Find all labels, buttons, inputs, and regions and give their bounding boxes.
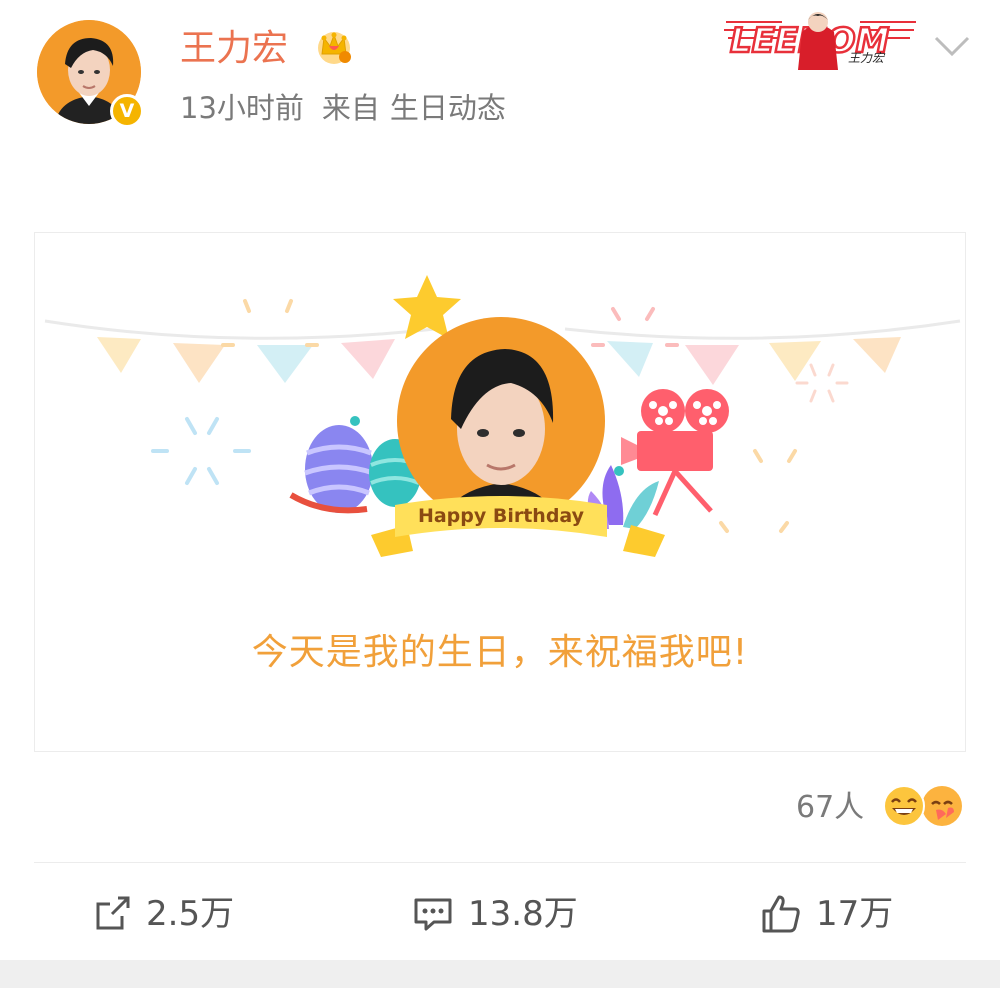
source-prefix: 来自 (321, 91, 380, 125)
movie-camera-icon (614, 389, 729, 517)
bunting-flag (853, 337, 901, 373)
verified-badge-icon: V (110, 94, 144, 128)
brand-sub-text: 王力宏 (848, 51, 886, 65)
author-name[interactable]: 王力宏 (180, 26, 288, 72)
divider (34, 862, 966, 863)
birthday-wish-text: 今天是我的生日，来祝福我吧! (251, 632, 749, 673)
like-button[interactable]: 17万 (760, 888, 893, 940)
bunting-flag (173, 343, 225, 383)
post-time: 13小时前 (180, 91, 304, 125)
post-source-link[interactable]: 生日动态 (390, 91, 506, 125)
bunting-flag (769, 341, 821, 381)
leehom-brand-badge[interactable]: LEEHOM 王力宏 (722, 8, 918, 70)
reaction-count[interactable]: 67人 (796, 788, 864, 828)
happy-birthday-text: Happy Birthday (418, 505, 585, 527)
grinning-face-icon (883, 785, 925, 827)
birthday-card[interactable]: Happy Birthday 今天是我的生日，来祝福我吧! (34, 232, 966, 752)
post-meta: 13小时前 来自 生日动态 (180, 88, 524, 128)
comment-icon (414, 898, 452, 931)
comment-button[interactable]: 13.8万 (412, 888, 578, 940)
crown-icon (318, 32, 351, 64)
bunting-flag (341, 339, 395, 379)
bottom-separator (0, 960, 1000, 988)
bunting-flag (257, 345, 313, 383)
share-icon (96, 896, 130, 930)
comment-count: 13.8万 (468, 894, 578, 934)
birthday-illustration: Happy Birthday (44, 275, 961, 557)
thumbs-up-icon (762, 895, 800, 933)
repost-count: 2.5万 (146, 894, 235, 934)
chevron-down-icon[interactable] (932, 30, 972, 64)
bunting-flag (97, 337, 141, 373)
heart-hug-icon (922, 786, 962, 826)
bunting-flag (685, 345, 739, 385)
bunting-flag (607, 341, 653, 377)
like-count: 17万 (816, 894, 894, 934)
repost-button[interactable]: 2.5万 (92, 888, 234, 940)
